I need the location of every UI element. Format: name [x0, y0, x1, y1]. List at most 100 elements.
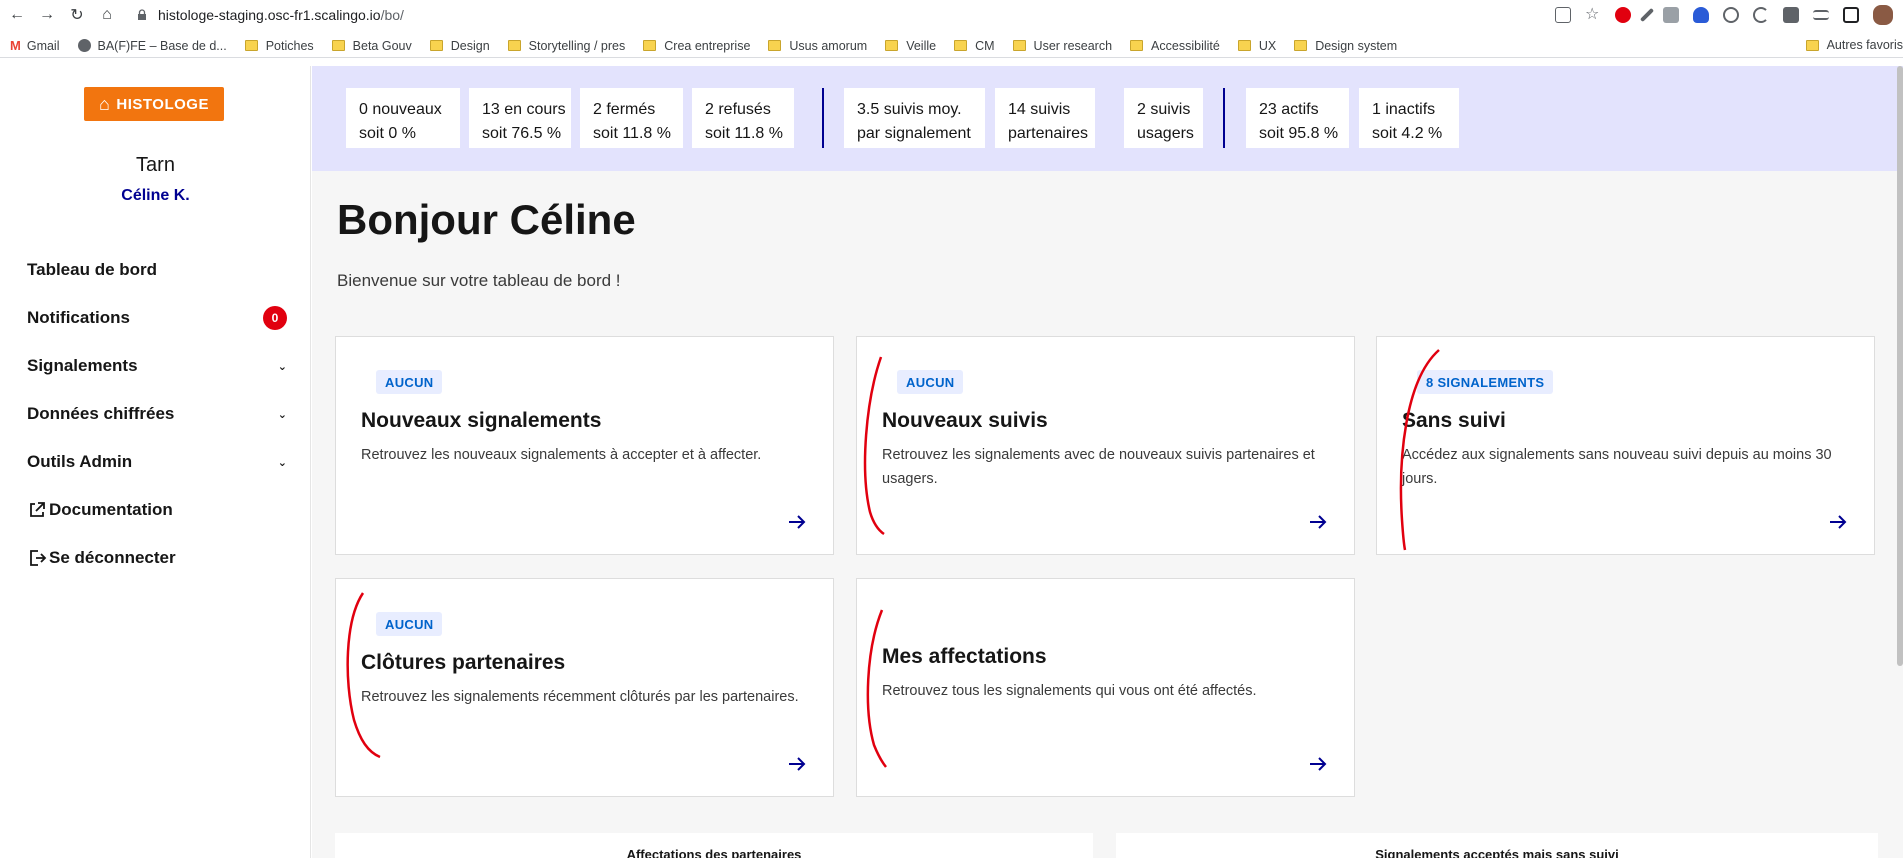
share-icon[interactable] — [1555, 7, 1571, 23]
card-description: Retrouvez tous les signalements qui vous… — [882, 683, 1257, 699]
notification-count-badge: 0 — [263, 306, 287, 330]
card-title: Nouveaux suivis — [882, 409, 1048, 432]
folder-icon — [1130, 40, 1144, 51]
bookmark-label: Accessibilité — [1151, 38, 1220, 53]
card-clotures-partenaires[interactable]: AUCUN Clôtures partenaires Retrouvez les… — [335, 578, 834, 797]
puzzle-icon[interactable] — [1783, 7, 1799, 23]
shield-ext-icon[interactable] — [1693, 7, 1709, 23]
bookmark-item[interactable]: CM — [954, 39, 995, 53]
bookmark-item[interactable]: Veille — [885, 39, 936, 53]
browser-toolbar: ← → ↻ ⌂ histologe-staging.osc-fr1.scalin… — [0, 0, 1903, 30]
sidebar-nav: Tableau de bord Notifications 0 Signaleme… — [27, 246, 287, 582]
sidebar-item-label: Outils Admin — [27, 452, 133, 471]
stats-divider — [1223, 88, 1225, 148]
stat-suivis-partenaires: 14 suivis partenaires — [995, 88, 1095, 148]
playlist-icon[interactable] — [1813, 10, 1829, 20]
card-title: Nouveaux signalements — [361, 409, 602, 432]
stat-value: 23 actifs — [1259, 101, 1319, 118]
bookmark-label: Veille — [906, 38, 937, 53]
bookmark-label: Gmail — [26, 38, 60, 53]
moon-icon[interactable] — [1753, 7, 1769, 23]
folder-icon — [1237, 40, 1251, 51]
stat-suivis-usagers: 2 suivis usagers — [1124, 88, 1203, 148]
sidebar-item-signalements[interactable]: Signalements ⌄ — [27, 342, 287, 390]
bookmark-label: Autres favoris — [1826, 38, 1903, 52]
bookmark-item[interactable]: User research — [1012, 39, 1112, 53]
home-icon[interactable]: ⌂ — [94, 2, 120, 28]
arrow-right-icon[interactable] — [1308, 512, 1328, 532]
logout-icon — [30, 550, 47, 566]
forward-icon[interactable]: → — [34, 2, 60, 28]
stat-value: 3.5 suivis moy. — [857, 101, 962, 118]
stat-value: 2 suivis — [1137, 101, 1191, 118]
sidebar-item-label: Notifications — [27, 308, 130, 327]
folder-icon — [885, 40, 899, 51]
stat-suivis-moy: 3.5 suivis moy. par signalement — [844, 88, 985, 148]
arrow-right-icon[interactable] — [1828, 512, 1848, 532]
reload-icon[interactable]: ↻ — [64, 2, 90, 28]
bookmark-item[interactable]: Design — [429, 38, 490, 53]
camera-icon[interactable] — [1663, 7, 1679, 23]
address-bar[interactable]: histologe-staging.osc-fr1.scalingo.io/bo… — [136, 3, 1516, 27]
card-description: Retrouvez les signalements récemment clô… — [361, 689, 799, 705]
lock-icon — [138, 9, 146, 20]
histologe-logo[interactable]: ⌂ HISTOLOGE — [84, 87, 224, 121]
stat-value: 13 en cours — [482, 101, 566, 118]
arrow-right-icon[interactable] — [1308, 754, 1328, 774]
stat-detail: par signalement — [857, 125, 971, 142]
bookmark-item[interactable]: Usus amorum — [768, 39, 867, 53]
bookmark-item[interactable]: Beta Gouv — [331, 39, 412, 53]
sidebar-item-notifications[interactable]: Notifications 0 — [27, 294, 287, 342]
sidebar-item-donnees-chiffrees[interactable]: Données chiffrées ⌄ — [27, 390, 287, 438]
panel-title: Affectations des partenaires — [626, 847, 802, 858]
url-host: histologe-staging.osc-fr1.scalingo.io — [158, 7, 381, 23]
folder-icon — [1294, 40, 1308, 51]
bookmark-item[interactable]: Design system — [1294, 39, 1397, 53]
bookmark-label: Design — [450, 38, 490, 53]
bookmark-item[interactable]: Potiches — [244, 39, 314, 53]
back-icon[interactable]: ← — [4, 2, 30, 28]
sidebar-item-tableau-de-bord[interactable]: Tableau de bord — [27, 246, 287, 294]
stat-inactifs: 1 inactifs soit 4.2 % — [1359, 88, 1459, 148]
adblock-icon[interactable] — [1615, 7, 1631, 23]
card-title: Sans suivi — [1402, 409, 1506, 432]
card-sans-suivi[interactable]: 8 SIGNALEMENTS Sans suivi Accédez aux si… — [1376, 336, 1875, 555]
folder-icon — [1805, 39, 1819, 51]
stat-refuses: 2 refusés soit 11.8 % — [692, 88, 794, 148]
star-icon[interactable]: ☆ — [1585, 7, 1601, 23]
sidebar-item-outils-admin[interactable]: Outils Admin ⌄ — [27, 438, 287, 486]
bookmark-item[interactable]: Crea entreprise — [643, 39, 750, 53]
folder-icon — [244, 40, 258, 51]
bookmark-item[interactable]: Accessibilité — [1130, 39, 1220, 53]
card-nouveaux-signalements[interactable]: AUCUN Nouveaux signalements Retrouvez le… — [335, 336, 834, 555]
panel-sans-suivi: Signalements acceptés mais sans suivi — [1116, 833, 1878, 858]
bookmark-item[interactable]: M Gmail — [10, 38, 60, 53]
folder-icon — [1012, 40, 1026, 51]
bookmark-item[interactable]: UX — [1237, 38, 1277, 53]
eyedropper-icon[interactable] — [1639, 7, 1655, 23]
bookmark-item[interactable]: BA(F)FE – Base de d... — [77, 39, 227, 53]
stat-fermes: 2 fermés soit 11.8 % — [580, 88, 683, 148]
scrollbar[interactable] — [1897, 66, 1903, 666]
arrow-right-icon[interactable] — [787, 754, 807, 774]
card-nouveaux-suivis[interactable]: AUCUN Nouveaux suivis Retrouvez les sign… — [856, 336, 1355, 555]
main-content: Bonjour Céline Bienvenue sur votre table… — [312, 171, 1903, 858]
stat-detail: soit 95.8 % — [1259, 125, 1339, 142]
stat-detail: usagers — [1137, 125, 1194, 142]
sidepanel-icon[interactable] — [1843, 7, 1859, 23]
avatar[interactable] — [1873, 5, 1893, 25]
stat-actifs: 23 actifs soit 95.8 % — [1246, 88, 1349, 148]
logo-text: HISTOLOGE — [116, 95, 209, 113]
bookmark-label: Crea entreprise — [664, 38, 751, 53]
sidebar-item-documentation[interactable]: Documentation — [27, 486, 287, 534]
card-mes-affectations[interactable]: Mes affectations Retrouvez tous les sign… — [856, 578, 1355, 797]
extensions-bar: ☆ — [1555, 4, 1893, 26]
sidebar-item-logout[interactable]: Se déconnecter — [27, 534, 287, 582]
bookmark-item[interactable]: Storytelling / pres — [507, 39, 625, 53]
arrow-right-icon[interactable] — [787, 512, 807, 532]
bookmark-label: UX — [1258, 38, 1277, 53]
wordpress-icon[interactable] — [1723, 7, 1739, 23]
other-bookmarks[interactable]: Autres favoris — [1799, 38, 1903, 52]
count-tag: AUCUN — [376, 612, 443, 636]
stat-detail: soit 11.8 % — [593, 125, 671, 142]
